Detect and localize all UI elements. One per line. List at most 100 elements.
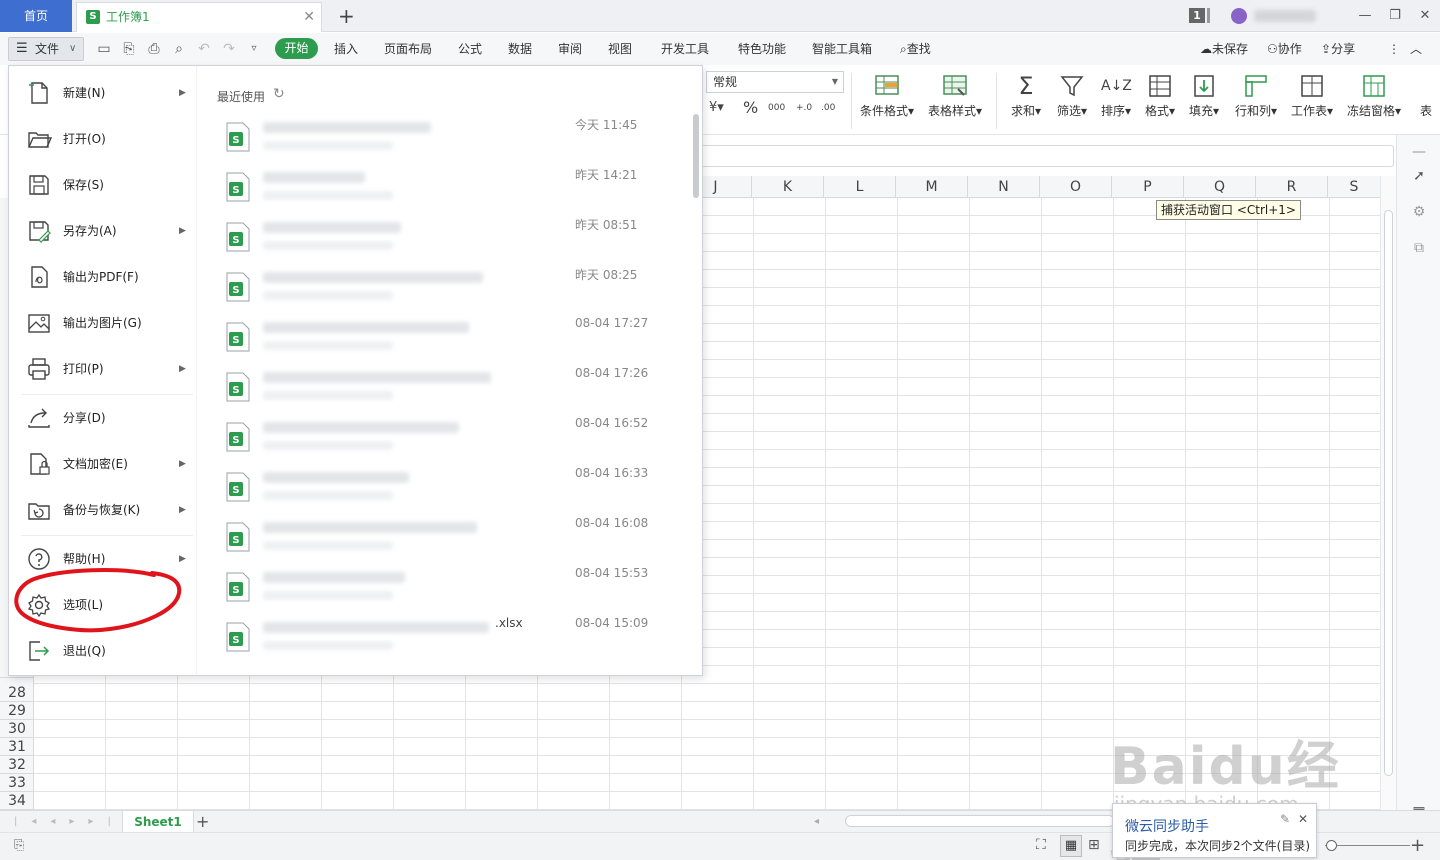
refresh-icon[interactable]: ↻ (273, 86, 285, 102)
menu-item-print[interactable]: 打印(P) ▶ (9, 350, 196, 388)
row-header-32[interactable]: 32 (0, 756, 34, 774)
row-header-34[interactable]: 34 (0, 792, 34, 810)
menu-item-export-image[interactable]: 输出为图片(G) (9, 304, 196, 342)
menu-item-new[interactable]: 新建(N) ▶ (9, 74, 196, 112)
recent-file-item[interactable]: S 08-04 16:33 (217, 464, 687, 514)
tab-start[interactable]: 开始 (275, 38, 318, 59)
column-header-p[interactable]: P (1112, 176, 1184, 198)
sheet-tab-sheet1[interactable]: Sheet1 (122, 811, 194, 833)
tab-smart-toolbox[interactable]: 智能工具箱 (812, 33, 872, 65)
conditional-format-button[interactable]: 条件格式▾ (857, 71, 917, 119)
vertical-scroll-thumb[interactable] (1384, 210, 1393, 776)
currency-format-icon[interactable]: ¥▾ (709, 99, 724, 117)
tab-view[interactable]: 视图 (608, 33, 632, 65)
search-button[interactable]: ⌕查找 (900, 33, 931, 65)
vertical-scrollbar[interactable] (1380, 176, 1396, 810)
print-preview-icon[interactable]: ⌕ (170, 40, 188, 58)
pin-icon[interactable]: ✎ (1280, 812, 1290, 826)
customize-quick-access-icon[interactable]: ▿ (245, 40, 263, 58)
tab-insert[interactable]: 插入 (334, 33, 358, 65)
recent-file-item[interactable]: S 昨天 08:51 (217, 214, 687, 264)
number-format-select[interactable]: 常规 ▼ (706, 71, 844, 93)
row-header-29[interactable]: 29 (0, 702, 34, 720)
column-header-l[interactable]: L (824, 176, 896, 198)
file-menu-button[interactable]: ☰ 文件 ∨ (8, 37, 84, 61)
menu-item-share[interactable]: 分享(D) (9, 399, 196, 437)
menu-item-save-as[interactable]: 另存为(A) ▶ (9, 212, 196, 250)
column-header-q[interactable]: Q (1184, 176, 1256, 198)
increase-decimal-icon[interactable]: +.0 (796, 99, 812, 117)
close-icon[interactable]: ✕ (1298, 812, 1308, 826)
formula-input[interactable] (700, 145, 1394, 167)
menu-item-export-pdf[interactable]: 输出为PDF(F) (9, 258, 196, 296)
row-header-28[interactable]: 28 (0, 684, 34, 702)
properties-icon[interactable]: ⚙ (1410, 203, 1428, 221)
print-icon[interactable]: ⎙ (145, 40, 163, 58)
minimize-button[interactable]: — (1351, 4, 1379, 28)
fill-button[interactable]: 填充▾ (1186, 71, 1222, 119)
column-header-k[interactable]: K (752, 176, 824, 198)
column-header-o[interactable]: O (1040, 176, 1112, 198)
more-options-icon[interactable]: ⋮ (1388, 33, 1400, 65)
row-header-33[interactable]: 33 (0, 774, 34, 792)
freeze-panes-button[interactable]: 冻结窗格▾ (1344, 71, 1404, 119)
tab-review[interactable]: 审阅 (558, 33, 582, 65)
zoom-in-icon[interactable]: + (1410, 835, 1425, 856)
recent-file-item[interactable]: S 08-04 17:26 (217, 364, 687, 414)
username-blurred[interactable] (1254, 10, 1316, 22)
redo-icon[interactable]: ↷ (220, 40, 238, 58)
recent-file-item[interactable]: S 08-04 16:52 (217, 414, 687, 464)
page-break-view-icon[interactable]: ⊞ (1088, 837, 1100, 853)
sum-button[interactable]: Σ 求和▾ (1008, 71, 1044, 119)
collapse-ribbon-icon[interactable]: ︿ (1410, 33, 1422, 65)
collapse-panel-icon[interactable]: — (1410, 143, 1428, 161)
recent-file-item[interactable]: S .xlsx 08-04 15:09 (217, 614, 687, 664)
export-icon[interactable]: ⎘ (120, 40, 138, 58)
copy-icon[interactable]: ⧉ (1410, 239, 1428, 257)
table-style-button[interactable]: 表格样式▾ (925, 71, 985, 119)
column-header-m[interactable]: M (896, 176, 968, 198)
add-sheet-button[interactable]: + (196, 811, 209, 833)
column-header-r[interactable]: R (1256, 176, 1328, 198)
menu-item-open[interactable]: 打开(O) (9, 120, 196, 158)
tab-page-layout[interactable]: 页面布局 (384, 33, 432, 65)
row-header-31[interactable]: 31 (0, 738, 34, 756)
column-header-s[interactable]: S (1328, 176, 1380, 198)
menu-item-backup[interactable]: 备份与恢复(K) ▶ (9, 491, 196, 529)
horizontal-scrollbar[interactable] (845, 815, 1115, 827)
column-header-n[interactable]: N (968, 176, 1040, 198)
close-window-button[interactable]: ✕ (1411, 4, 1439, 28)
decrease-decimal-icon[interactable]: .00 (821, 99, 835, 117)
sheet-navigation-arrows[interactable]: |◂◂▸▸| (14, 811, 125, 833)
row-header-30[interactable]: 30 (0, 720, 34, 738)
macro-status-icon[interactable]: ⎘ (14, 838, 24, 853)
recent-file-item[interactable]: S 今天 11:45 (217, 114, 687, 164)
menu-item-save[interactable]: 保存(S) (9, 166, 196, 204)
close-tab-icon[interactable]: ✕ (303, 3, 315, 31)
document-tab[interactable]: S 工作簿1 ✕ (76, 2, 322, 32)
recent-files-scrollbar[interactable] (693, 114, 699, 198)
unsaved-status[interactable]: ☁未保存 (1200, 33, 1248, 65)
avatar[interactable] (1231, 8, 1247, 24)
normal-view-icon[interactable]: ▦ (1060, 835, 1082, 857)
recent-file-item[interactable]: S 08-04 16:08 (217, 514, 687, 564)
format-button[interactable]: 格式▾ (1142, 71, 1178, 119)
recent-file-item[interactable]: S 08-04 17:27 (217, 314, 687, 364)
tab-formula[interactable]: 公式 (458, 33, 482, 65)
select-cursor-icon[interactable]: ➚ (1410, 167, 1428, 185)
percent-format-icon[interactable]: % (743, 99, 758, 117)
tab-data[interactable]: 数据 (508, 33, 532, 65)
window-count-badge[interactable]: 1 (1189, 8, 1205, 23)
tab-features[interactable]: 特色功能 (738, 33, 786, 65)
tab-developer[interactable]: 开发工具 (661, 33, 709, 65)
filter-button[interactable]: 筛选▾ (1054, 71, 1090, 119)
menu-item-exit[interactable]: 退出(Q) (9, 632, 196, 670)
table-tools-button[interactable]: 表 (1412, 71, 1440, 119)
rows-columns-button[interactable]: 行和列▾ (1232, 71, 1280, 119)
recent-file-item[interactable]: S 昨天 08:25 (217, 264, 687, 314)
home-tab[interactable]: 首页 (0, 0, 72, 32)
menu-item-encrypt[interactable]: 文档加密(E) ▶ (9, 445, 196, 483)
recent-file-item[interactable]: S 昨天 14:21 (217, 164, 687, 214)
thousands-separator-icon[interactable]: 000 (768, 99, 785, 117)
restore-button[interactable]: ❐ (1381, 4, 1409, 28)
